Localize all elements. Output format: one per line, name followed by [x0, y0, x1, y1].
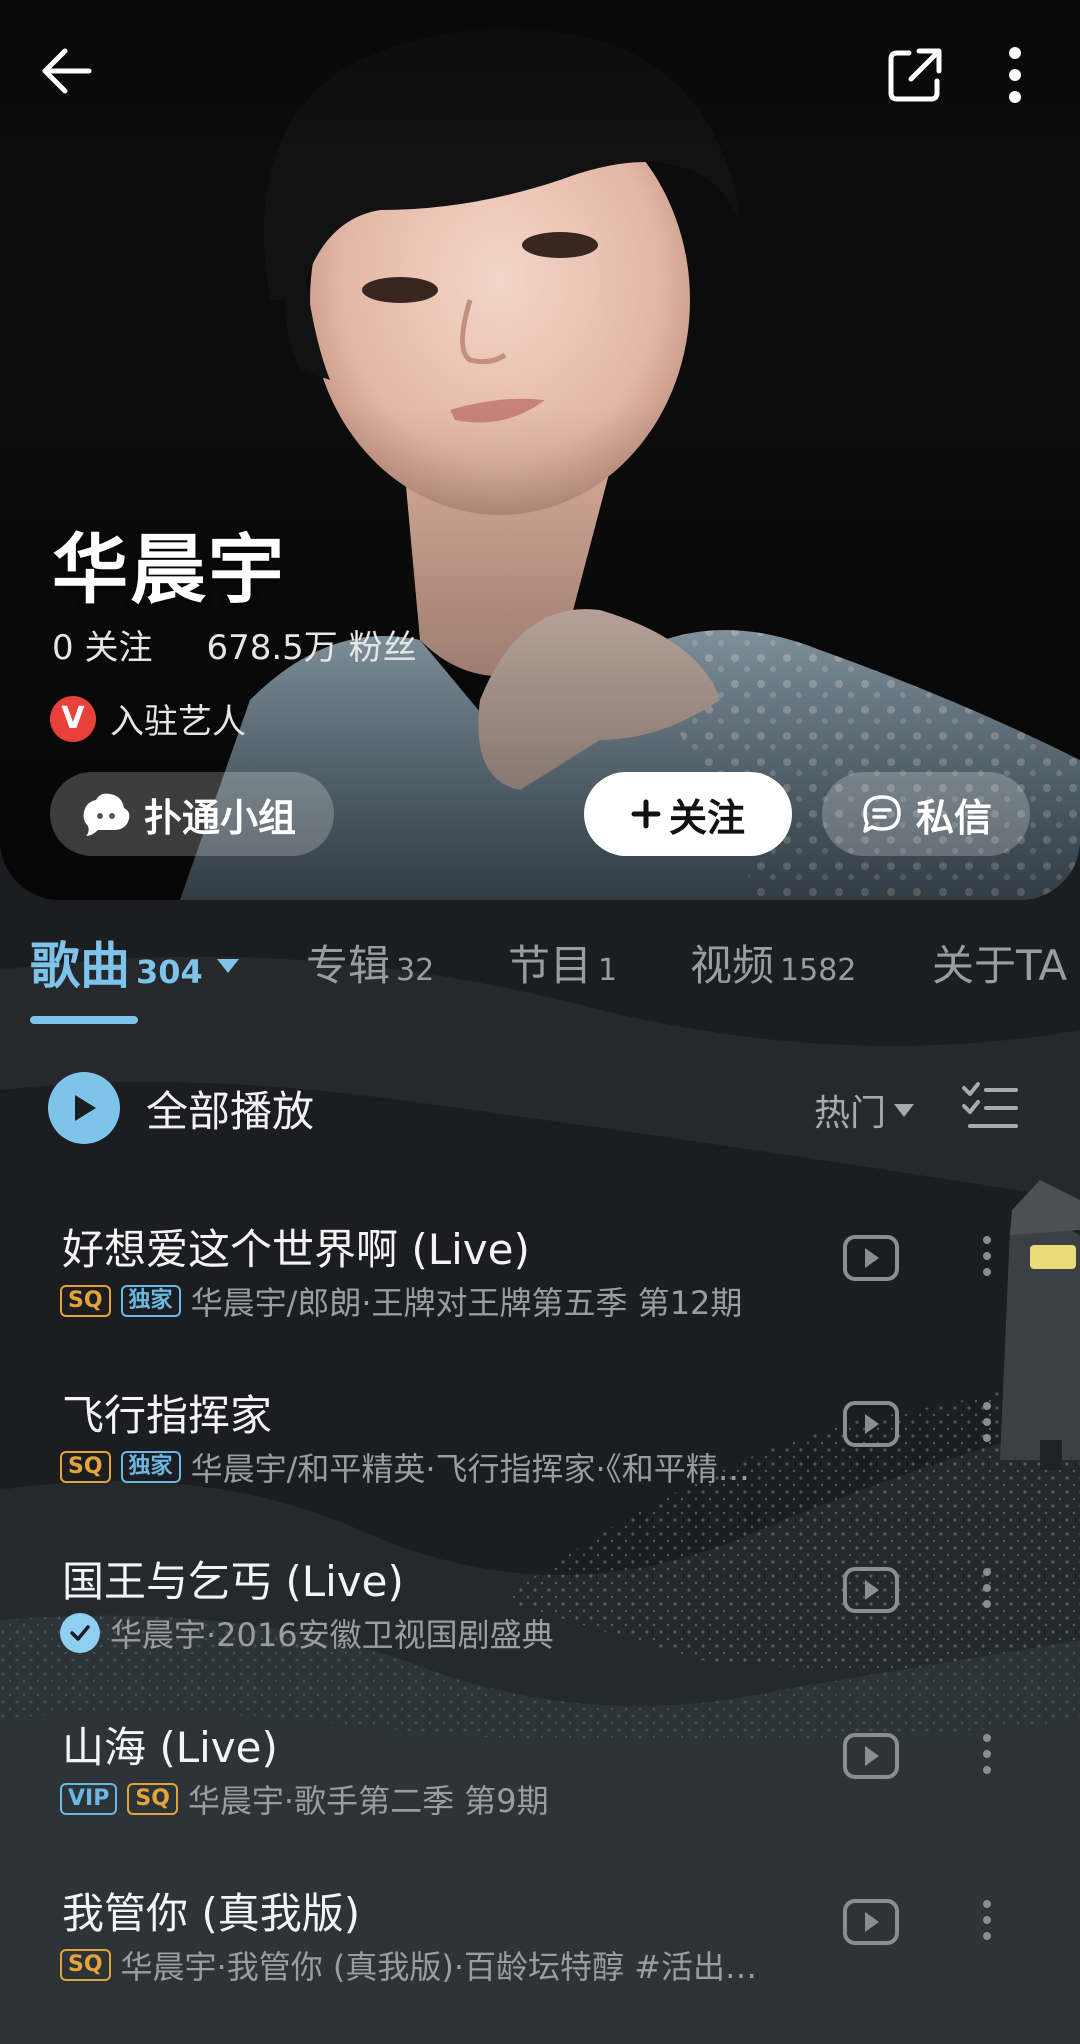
row-more-icon[interactable] [962, 1558, 1012, 1618]
sort-label: 热门 [814, 1093, 887, 1134]
mv-play-icon[interactable] [842, 1566, 900, 1614]
song-artist-album: 华晨宇·2016安徽卫视国剧盛典 [110, 1616, 554, 1654]
artist-stats: 0 关注 678.5万 粉丝 [52, 620, 417, 669]
song-title: 飞行指挥家 [62, 1391, 273, 1440]
plus-icon [631, 799, 661, 829]
follow-label: 关注 [668, 795, 745, 840]
row-more-icon[interactable] [962, 1226, 1012, 1286]
song-artist-album: 华晨宇·歌手第二季 第9期 [187, 1782, 549, 1820]
play-all-label: 全部播放 [146, 1086, 315, 1136]
fan-group-button[interactable]: 扑通小组 [50, 772, 334, 856]
row-more-icon[interactable] [962, 1724, 1012, 1784]
message-icon [863, 795, 901, 833]
mv-play-icon[interactable] [842, 1898, 900, 1946]
group-chat-icon [83, 793, 130, 836]
vip-tag: VIP [60, 1783, 118, 1815]
song-artist-album: 华晨宇·我管你 (真我版)·百龄坛特醇 #活出… [120, 1948, 758, 1986]
sq-tag: SQ [60, 1949, 111, 1981]
verified-v-icon: V [50, 695, 96, 742]
tab-songs[interactable]: 歌曲 304 [30, 926, 239, 998]
song-meta: 华晨宇·2016安徽卫视国剧盛典 [60, 1610, 554, 1656]
group-label: 扑通小组 [143, 795, 296, 840]
sq-tag: SQ [60, 1285, 111, 1317]
message-button[interactable]: 私信 [822, 772, 1030, 856]
sq-tag: SQ [60, 1451, 111, 1483]
song-artist-album: 华晨宇/和平精英·飞行指挥家·《和平精… [190, 1450, 750, 1488]
sort-dropdown[interactable]: 热门 [814, 1084, 915, 1136]
multi-select-icon[interactable] [960, 1080, 1020, 1132]
dropdown-caret-icon [216, 959, 239, 973]
song-meta: SQ 独家 华晨宇/和平精英·飞行指挥家·《和平精… [60, 1444, 750, 1490]
song-meta: SQ 华晨宇·我管你 (真我版)·百龄坛特醇 #活出… [60, 1942, 757, 1988]
sort-caret-icon [894, 1103, 915, 1117]
back-button[interactable] [22, 26, 112, 116]
song-row[interactable]: 我管你 (真我版) SQ 华晨宇·我管你 (真我版)·百龄坛特醇 #活出… [0, 1880, 1080, 2044]
following-count[interactable]: 0 关注 [52, 620, 152, 669]
song-title: 山海 (Live) [62, 1723, 278, 1772]
song-row[interactable]: 国王与乞丐 (Live) 华晨宇·2016安徽卫视国剧盛典 [0, 1548, 1080, 1714]
share-icon [888, 48, 942, 102]
tab-videos[interactable]: 视频 1582 [690, 932, 856, 993]
song-title: 我管你 (真我版) [62, 1889, 361, 1938]
follow-button[interactable]: 关注 [584, 772, 792, 856]
tab-albums[interactable]: 专辑 32 [306, 932, 434, 993]
song-row[interactable]: 飞行指挥家 SQ 独家 华晨宇/和平精英·飞行指挥家·《和平精… [0, 1382, 1080, 1548]
active-tab-indicator [30, 1016, 138, 1024]
play-icon [48, 1072, 120, 1144]
mv-play-icon[interactable] [842, 1234, 900, 1282]
share-button[interactable] [870, 30, 960, 120]
artist-name: 华晨宇 [52, 525, 286, 614]
song-row[interactable]: 好想爱这个世界啊 (Live) SQ 独家 华晨宇/郎朗·王牌对王牌第五季 第1… [0, 1216, 1080, 1382]
verified-check-icon [60, 1613, 100, 1653]
song-title: 国王与乞丐 (Live) [62, 1557, 404, 1606]
exclusive-tag: 独家 [120, 1451, 181, 1483]
play-all-button[interactable]: 全部播放 [48, 1072, 314, 1144]
verified-artist-label: V 入驻艺人 [50, 694, 246, 743]
row-more-icon[interactable] [962, 1392, 1012, 1452]
tab-programs[interactable]: 节目 1 [508, 932, 617, 993]
sq-tag: SQ [127, 1783, 178, 1815]
verified-text: 入驻艺人 [110, 702, 246, 742]
content-tabs: 歌曲 304 专辑 32 节目 1 视频 1582 关于TA [0, 920, 1080, 1030]
row-more-icon[interactable] [962, 1890, 1012, 1950]
mv-play-icon[interactable] [842, 1400, 900, 1448]
exclusive-tag: 独家 [120, 1285, 181, 1317]
song-meta: VIP SQ 华晨宇·歌手第二季 第9期 [60, 1776, 549, 1822]
song-meta: SQ 独家 华晨宇/郎朗·王牌对王牌第五季 第12期 [60, 1278, 742, 1324]
song-artist-album: 华晨宇/郎朗·王牌对王牌第五季 第12期 [190, 1284, 743, 1322]
artist-hero: 华晨宇 0 关注 678.5万 粉丝 V 入驻艺人 扑通小组 关注 私信 [0, 0, 1080, 900]
message-label: 私信 [915, 795, 992, 840]
fans-count[interactable]: 678.5万 粉丝 [206, 620, 416, 669]
mv-play-icon[interactable] [842, 1732, 900, 1780]
back-arrow-icon [42, 48, 92, 94]
more-button[interactable] [970, 30, 1060, 120]
more-vertical-icon [1009, 47, 1021, 103]
tab-about[interactable]: 关于TA [932, 932, 1067, 993]
song-title: 好想爱这个世界啊 (Live) [62, 1225, 530, 1274]
song-row[interactable]: 山海 (Live) VIP SQ 华晨宇·歌手第二季 第9期 [0, 1714, 1080, 1880]
